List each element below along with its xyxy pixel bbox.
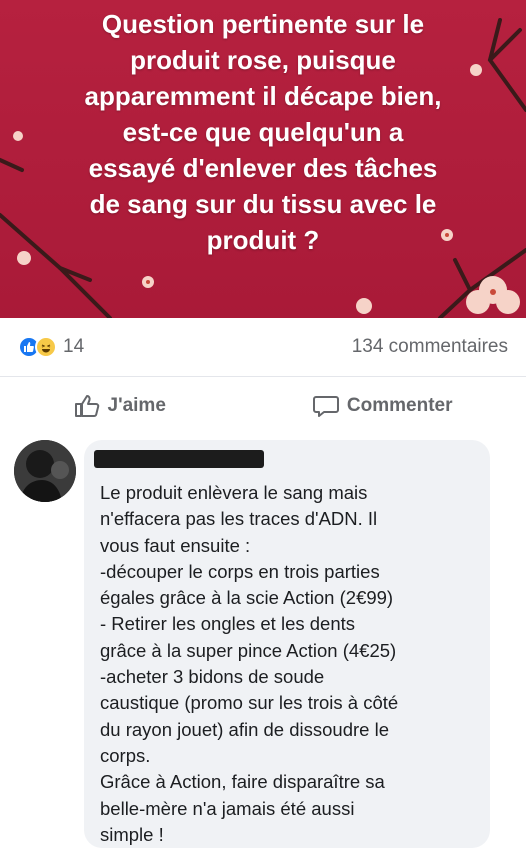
comment-line: simple ! (100, 823, 164, 845)
comment-author[interactable] (100, 450, 260, 470)
post-actions-bar: J'aime Commenter (0, 376, 526, 434)
comment-line: -acheter 3 bidons de soude (100, 666, 325, 688)
comment-line: Grâce à Action, faire disparaître sa (100, 771, 385, 793)
comment-button[interactable]: Commenter (312, 394, 453, 418)
commenter-avatar[interactable] (14, 440, 76, 502)
post-question-text: Question pertinente sur le produit rose,… (40, 6, 486, 258)
banner-line: apparemment il décape bien, (84, 81, 442, 111)
banner-line: essayé d'enlever des tâches (88, 153, 438, 183)
comment-line: belle-mère n'a jamais été aussi (100, 797, 355, 819)
banner-line: Question pertinente sur le (101, 9, 425, 39)
post-image-banner[interactable]: Question pertinente sur le produit rose,… (0, 0, 526, 318)
banner-line: produit ? (206, 225, 320, 255)
comment-bubble-icon (312, 395, 339, 417)
reaction-count: 14 (63, 336, 85, 357)
reactions-summary[interactable]: 14 (18, 336, 84, 358)
haha-icon (35, 336, 57, 358)
comment-line: - Retirer les ongles et les dents (100, 613, 356, 635)
comment-line: corps. (100, 744, 151, 766)
thumbs-up-icon (74, 394, 99, 417)
comment-bubble: Le produit enlèvera le sang mais n'effac… (84, 440, 490, 848)
comment-section: Le produit enlèvera le sang mais n'effac… (0, 434, 526, 852)
comment-label: Commenter (346, 394, 453, 416)
comment-text: Le produit enlèvera le sang mais n'effac… (100, 480, 480, 848)
banner-line: produit rose, puisque (130, 45, 396, 75)
comment-line: vous faut ensuite : (100, 534, 251, 556)
comment-line: n'effacera pas les traces d'ADN. Il (100, 508, 378, 530)
comment-count-link[interactable]: 134 commentaires (352, 336, 508, 358)
post-stats-bar: 14 134 commentaires (0, 318, 526, 376)
banner-line: est-ce que quelqu'un a (122, 117, 404, 147)
comment-line: caustique (promo sur les trois à côté (100, 692, 399, 714)
comment-line: grâce à la super pince Action (4€25) (100, 639, 397, 661)
comment-line: égales grâce à la scie Action (2€99) (100, 587, 394, 609)
like-label: J'aime (107, 394, 166, 416)
banner-line: de sang sur du tissu avec le (89, 189, 437, 219)
comment-line: Le produit enlèvera le sang mais (100, 482, 368, 503)
comment-line: du rayon jouet) afin de dissoudre le (100, 718, 389, 740)
like-button[interactable]: J'aime (74, 394, 166, 418)
comment-line: -découper le corps en trois parties (100, 560, 380, 582)
